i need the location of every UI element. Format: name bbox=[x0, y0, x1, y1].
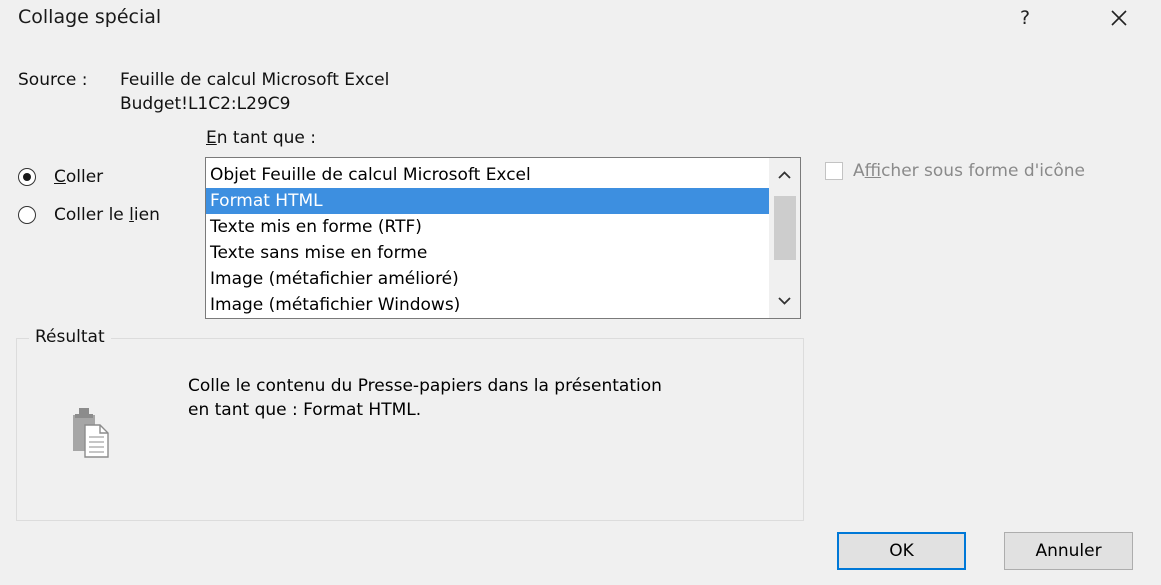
as-label: En tant que : bbox=[206, 128, 316, 148]
clipboard-paste-icon bbox=[73, 403, 113, 463]
paste-link-radio[interactable] bbox=[18, 206, 36, 224]
as-label-mnemonic: E bbox=[206, 128, 217, 148]
icon-label-a: A bbox=[853, 161, 865, 181]
format-list: Objet Feuille de calcul Microsoft Excel … bbox=[206, 162, 769, 318]
icon-label-mnemonic: f bbox=[864, 161, 882, 181]
scroll-thumb[interactable] bbox=[774, 196, 796, 260]
display-as-icon-checkbox[interactable] bbox=[825, 162, 843, 180]
source-line2: Budget!L1C2:L29C9 bbox=[120, 94, 291, 114]
chevron-up-icon bbox=[778, 171, 791, 179]
close-icon bbox=[1111, 10, 1127, 26]
source-label: Source : bbox=[18, 70, 88, 90]
list-scrollbar[interactable] bbox=[769, 158, 800, 318]
paste-radio[interactable] bbox=[18, 168, 36, 186]
format-listbox[interactable]: Objet Feuille de calcul Microsoft Excel … bbox=[205, 157, 801, 319]
paste-label-rest: oller bbox=[65, 167, 104, 187]
display-as-icon-label: Afficher sous forme d'icône bbox=[853, 161, 1085, 181]
ok-button[interactable]: OK bbox=[837, 532, 966, 570]
scroll-up-button[interactable] bbox=[769, 160, 800, 190]
icon-label-b: ficher sous forme d'icône bbox=[881, 161, 1086, 181]
scroll-down-button[interactable] bbox=[769, 286, 800, 316]
format-item[interactable]: Texte mis en forme (RTF) bbox=[206, 214, 769, 240]
chevron-down-icon bbox=[778, 297, 791, 305]
paste-radio-label[interactable]: Coller bbox=[54, 167, 103, 187]
format-item[interactable]: Texte sans mise en forme bbox=[206, 240, 769, 266]
source-line1: Feuille de calcul Microsoft Excel bbox=[120, 70, 390, 90]
dialog-title: Collage spécial bbox=[18, 6, 162, 28]
result-line2: en tant que : Format HTML. bbox=[188, 400, 422, 420]
paste-mnemonic: C bbox=[54, 167, 66, 187]
format-item[interactable]: Image (métafichier amélioré) bbox=[206, 266, 769, 292]
as-label-rest: n tant que : bbox=[216, 128, 317, 148]
paste-link-label-b: ien bbox=[133, 205, 160, 225]
cancel-button[interactable]: Annuler bbox=[1004, 532, 1133, 570]
close-button[interactable] bbox=[1104, 4, 1134, 32]
result-description: Colle le contenu du Presse-papiers dans … bbox=[188, 374, 788, 422]
help-button[interactable]: ? bbox=[1013, 4, 1037, 32]
format-item-selected[interactable]: Format HTML bbox=[206, 188, 769, 214]
paste-link-label-a: Coller le bbox=[54, 205, 130, 225]
format-item[interactable]: Image (métafichier Windows) bbox=[206, 292, 769, 318]
result-group: Résultat Colle le contenu du Presse-papi… bbox=[16, 327, 804, 521]
result-legend: Résultat bbox=[29, 327, 111, 347]
result-line1: Colle le contenu du Presse-papiers dans … bbox=[188, 376, 662, 396]
paste-link-radio-label[interactable]: Coller le lien bbox=[54, 205, 160, 225]
format-item[interactable]: Objet Feuille de calcul Microsoft Excel bbox=[206, 162, 769, 188]
